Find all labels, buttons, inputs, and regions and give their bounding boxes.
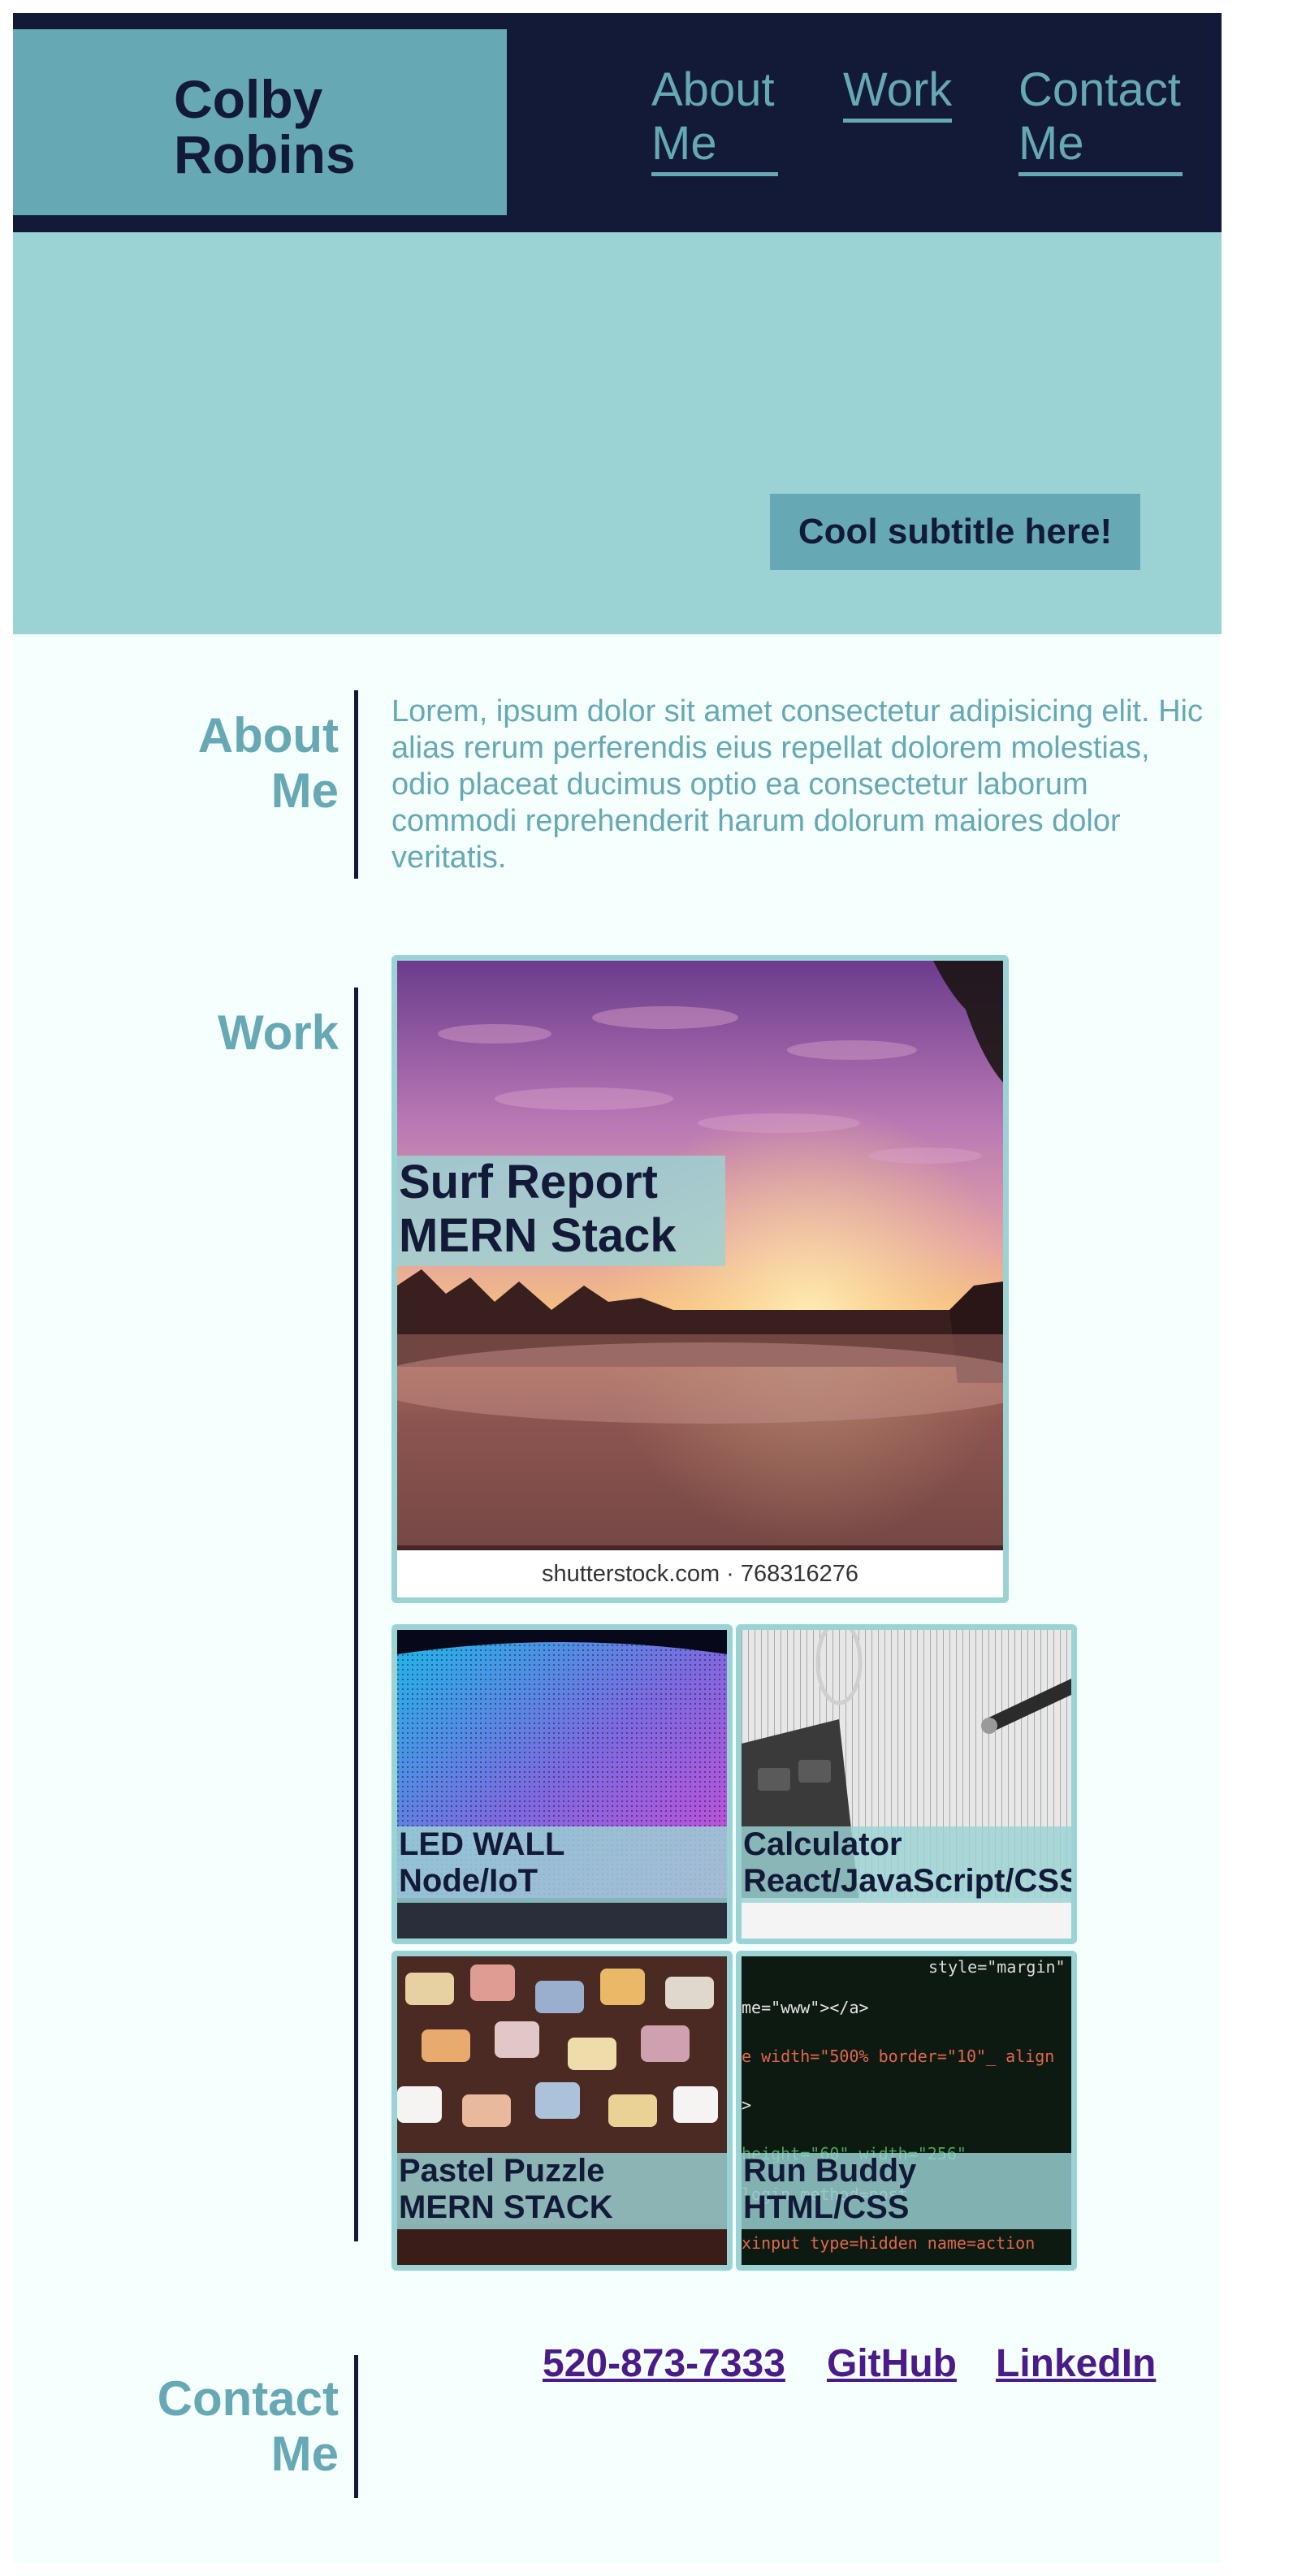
project-stack: MERN STACK — [399, 2189, 613, 2225]
work-card-surf-report[interactable]: shutterstock.com · 768316276 Surf Report… — [391, 955, 1009, 1603]
nav-link-work[interactable]: Work — [843, 63, 952, 123]
project-stack: MERN Stack — [399, 1209, 677, 1262]
project-stack: Node/IoT — [399, 1863, 538, 1899]
nav-link-about[interactable]: About Me — [651, 63, 778, 176]
project-name: Calculator — [743, 1826, 902, 1862]
work-card-pastel-puzzle[interactable]: Pastel Puzzle MERN STACK — [391, 1951, 733, 2271]
work-card-label: Run Buddy HTML/CSS — [742, 2153, 1071, 2229]
about-divider — [354, 690, 358, 879]
nav-link-contact[interactable]: Contact Me — [1018, 63, 1183, 176]
work-card-label: Pastel Puzzle MERN STACK — [397, 2153, 727, 2229]
site-header: Colby Robins About Me Work Contact Me — [13, 13, 1222, 232]
svg-text:>: > — [742, 2095, 751, 2115]
page: Colby Robins About Me Work Contact Me Co… — [13, 13, 1222, 2563]
svg-text:style="margin": style="margin" — [928, 1957, 1066, 1977]
svg-text:xinput type=hidden name=action: xinput type=hidden name=action — [742, 2233, 1035, 2253]
hero-subtitle: Cool subtitle here! — [770, 494, 1140, 570]
image-watermark-caption: shutterstock.com · 768316276 — [397, 1550, 1003, 1597]
sunset-image — [397, 961, 1003, 1597]
svg-text:e width="500% border="10"_ ali: e width="500% border="10"_ align — [742, 2047, 1054, 2066]
work-divider — [354, 988, 358, 2241]
project-name: LED WALL — [399, 1826, 565, 1862]
svg-text:me="www"></a>: me="www"></a> — [742, 1998, 869, 2017]
work-card-led-wall[interactable]: LED WALL Node/IoT — [391, 1624, 733, 1944]
brand-block: Colby Robins — [13, 29, 507, 215]
contact-divider — [354, 2355, 358, 2498]
project-name: Run Buddy — [743, 2153, 917, 2189]
work-card-run-buddy[interactable]: style="margin" me="www"></a> e width="50… — [736, 1951, 1077, 2271]
project-stack: HTML/CSS — [743, 2189, 910, 2225]
about-text: Lorem, ipsum dolor sit amet consectetur … — [391, 694, 1203, 875]
work-card-label: Surf Report MERN Stack — [397, 1156, 725, 1266]
project-name: Surf Report — [399, 1156, 658, 1208]
project-name: Pastel Puzzle — [399, 2153, 605, 2189]
github-link[interactable]: GitHub — [827, 2340, 957, 2388]
linkedin-link[interactable]: LinkedIn — [996, 2340, 1156, 2388]
phone-link[interactable]: 520-873-7333 — [543, 2340, 785, 2388]
brand-name: Colby Robins — [174, 69, 356, 184]
work-card-label: LED WALL Node/IoT — [397, 1826, 727, 1903]
work-title: Work — [218, 1005, 339, 1060]
contact-title: Contact Me — [157, 2371, 339, 2481]
work-card-calculator[interactable]: Calculator React/JavaScript/CSS — [736, 1624, 1077, 1944]
project-stack: React/JavaScript/CSS — [743, 1863, 1077, 1899]
about-title: About Me — [197, 708, 339, 818]
hero-banner: Cool subtitle here! — [13, 232, 1222, 634]
work-card-label: Calculator React/JavaScript/CSS — [742, 1826, 1071, 1903]
